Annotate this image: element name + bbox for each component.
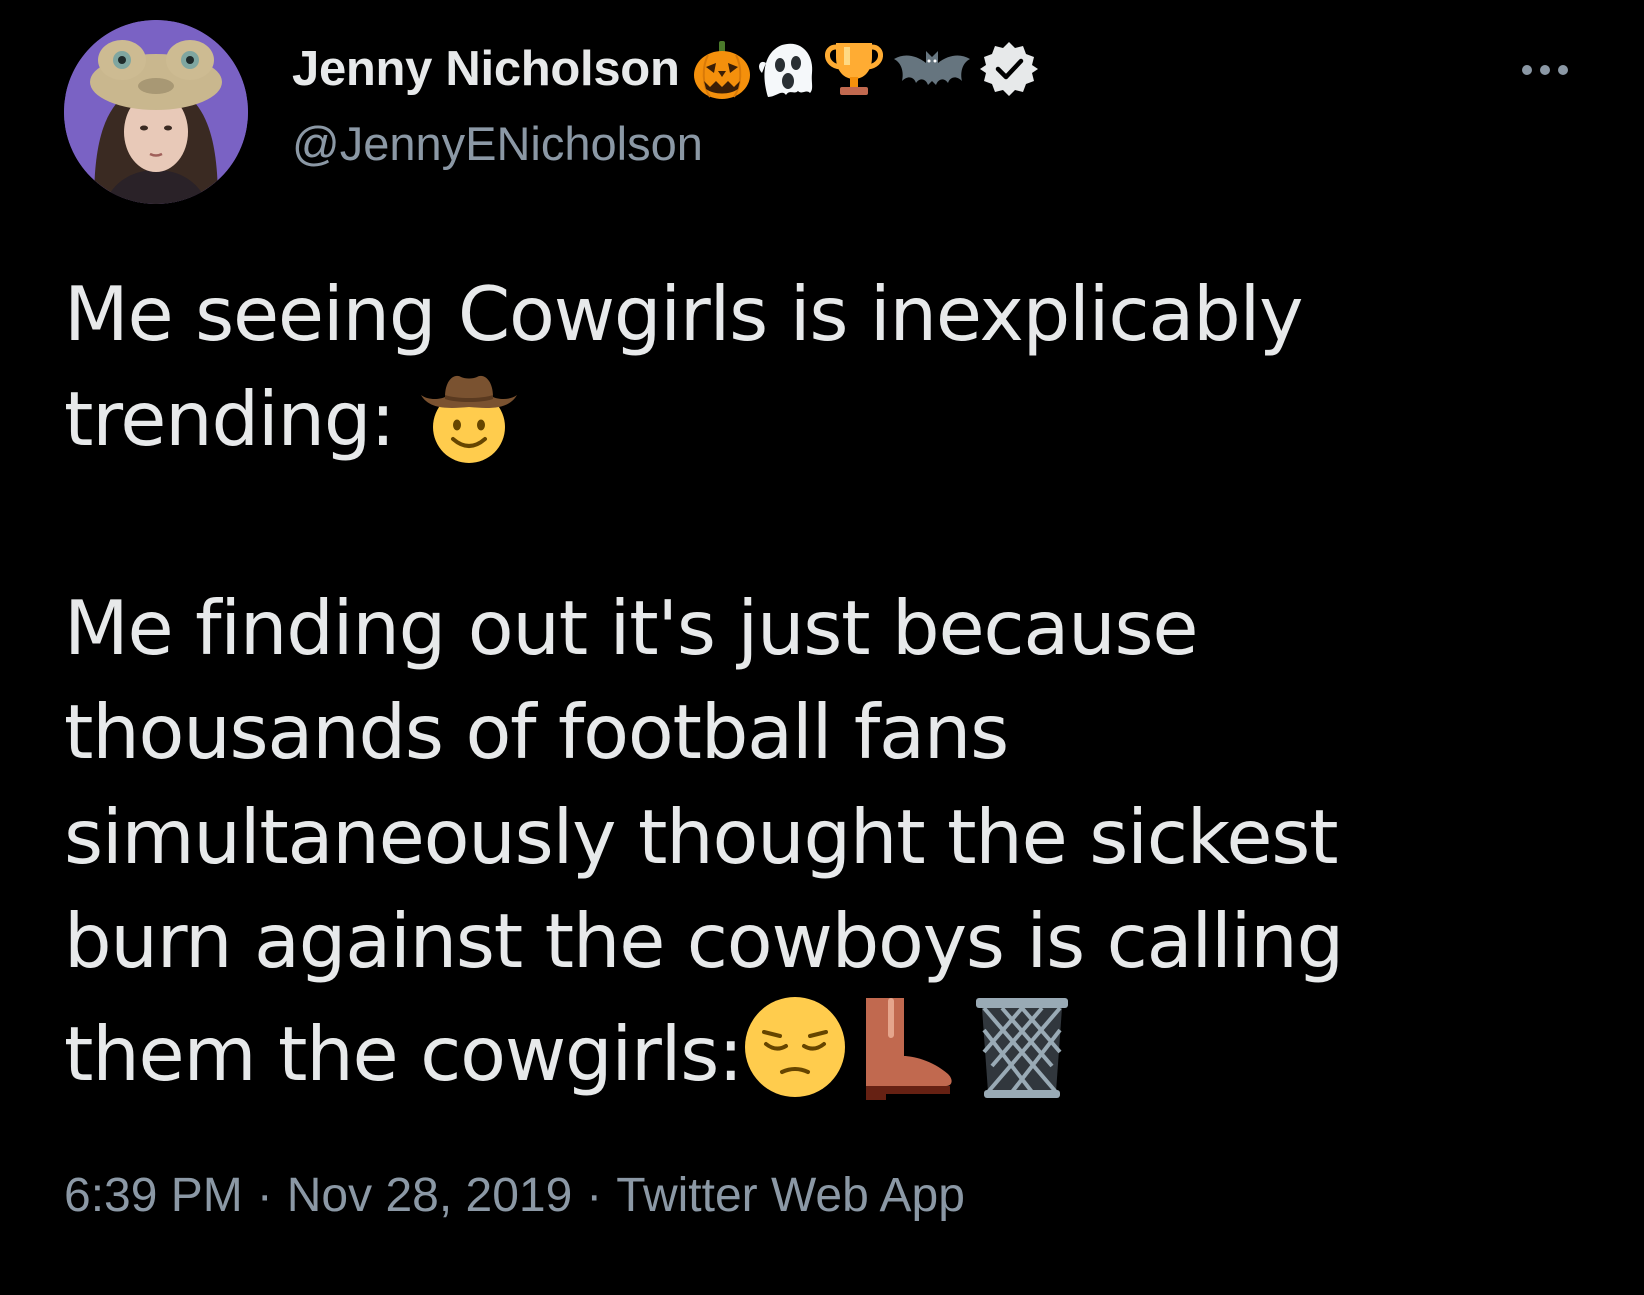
author-name-row: Jenny Nicholson (292, 36, 1038, 102)
separator: · (256, 1169, 273, 1222)
trophy-icon (822, 37, 886, 101)
paragraph-break (64, 471, 1564, 576)
verified-badge-icon (979, 40, 1038, 98)
cowboy-face-icon (417, 369, 521, 465)
text-line: Me finding out it's just because (64, 583, 1199, 672)
boot-icon (852, 994, 960, 1100)
bat-icon (892, 37, 972, 101)
text-fragment: them the cowgirls: (64, 1009, 743, 1098)
text-line: Me seeing Cowgirls is inexplicably (64, 270, 1304, 358)
text-line: burn against the cowboys is calling (64, 897, 1344, 985)
timestamp-date[interactable]: Nov 28, 2019 (287, 1169, 573, 1222)
text-line: them the cowgirls: (64, 994, 1564, 1100)
more-options-icon[interactable] (1510, 50, 1580, 90)
pensive-face-icon (742, 994, 848, 1100)
text-line: simultaneously thought the sickest (64, 792, 1339, 881)
tweet-text: Me seeing Cowgirls is inexplicably trend… (64, 262, 1564, 1100)
tweet: Jenny Nicholson @JennyENicholson Me seei… (0, 0, 1644, 1295)
timestamp-time[interactable]: 6:39 PM (64, 1169, 243, 1222)
tweet-source[interactable]: Twitter Web App (616, 1169, 965, 1222)
display-name[interactable]: Jenny Nicholson (292, 41, 680, 97)
pumpkin-icon (690, 37, 754, 101)
avatar[interactable] (64, 20, 248, 204)
ghost-icon (758, 37, 816, 101)
text-fragment: trending: (64, 374, 417, 463)
separator: · (586, 1169, 603, 1222)
wastebasket-icon (972, 996, 1072, 1100)
text-line: trending: (64, 367, 1564, 472)
tweet-meta: 6:39 PM · Nov 28, 2019 · Twitter Web App (64, 1168, 965, 1223)
text-line: thousands of football fans (64, 688, 1009, 776)
author-handle[interactable]: @JennyENicholson (292, 116, 703, 171)
